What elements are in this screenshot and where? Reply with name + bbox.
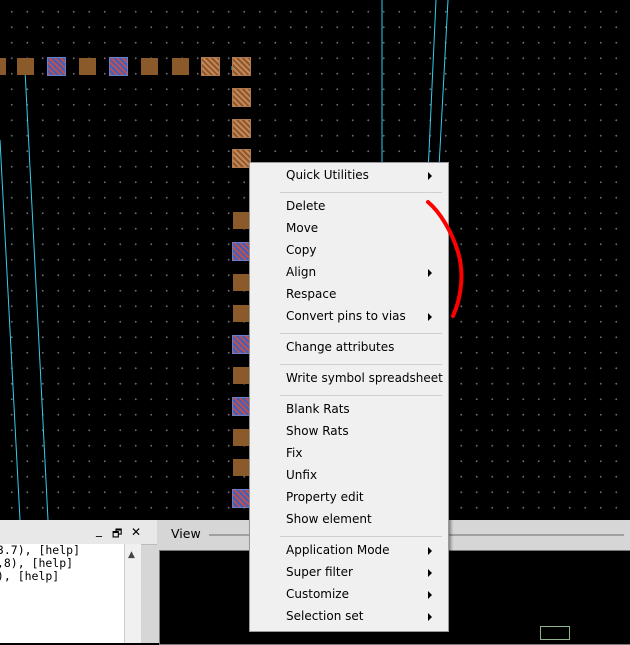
console-scrollbar[interactable]: ▲ <box>124 544 141 643</box>
submenu-arrow-icon <box>428 613 432 621</box>
menu-item-move[interactable]: Move <box>250 218 448 240</box>
context-menu: Quick Utilities Delete Move Copy Align R… <box>249 162 449 632</box>
minimap-viewport-rect[interactable] <box>540 626 570 640</box>
pcb-pad[interactable] <box>232 57 251 76</box>
menu-item-delete[interactable]: Delete <box>250 196 448 218</box>
submenu-arrow-icon <box>428 569 432 577</box>
menu-item-show-rats[interactable]: Show Rats <box>250 421 448 443</box>
pcb-pad[interactable] <box>232 149 251 168</box>
command-console-panel: _ 🗗 ✕ (3.7), [help] 0,8), [help] 9), [he… <box>0 520 157 643</box>
scroll-up-icon[interactable]: ▲ <box>128 550 135 560</box>
menu-item-customize[interactable]: Customize <box>250 584 448 606</box>
pcb-pad[interactable] <box>17 58 34 75</box>
console-line: 9), [help] <box>0 569 60 583</box>
restore-icon[interactable]: 🗗 <box>112 525 122 544</box>
pcb-pad[interactable] <box>233 459 250 476</box>
submenu-arrow-icon <box>428 172 432 180</box>
pcb-pad[interactable] <box>232 489 251 508</box>
close-icon[interactable]: ✕ <box>131 525 141 539</box>
pcb-pad[interactable] <box>232 119 251 138</box>
pcb-pad[interactable] <box>0 58 6 75</box>
pcb-pad[interactable] <box>47 57 66 76</box>
menu-item-blank-rats[interactable]: Blank Rats <box>250 399 448 421</box>
menu-item-super-filter[interactable]: Super filter <box>250 562 448 584</box>
pcb-pad[interactable] <box>201 57 220 76</box>
console-titlebar: _ 🗗 ✕ <box>0 520 157 545</box>
pcb-pad[interactable] <box>79 58 96 75</box>
menu-separator <box>280 333 442 334</box>
pcb-pad[interactable] <box>233 305 250 322</box>
submenu-arrow-icon <box>428 547 432 555</box>
trace-line <box>0 139 21 520</box>
menu-item-align[interactable]: Align <box>250 262 448 284</box>
minimize-icon[interactable]: _ <box>96 523 102 537</box>
menu-item-change-attributes[interactable]: Change attributes <box>250 337 448 359</box>
view-panel-title: View <box>171 526 201 541</box>
pcb-pad[interactable] <box>232 397 251 416</box>
menu-item-unfix[interactable]: Unfix <box>250 465 448 487</box>
menu-item-convert-pins-to-vias[interactable]: Convert pins to vias <box>250 306 448 328</box>
menu-item-respace[interactable]: Respace <box>250 284 448 306</box>
pcb-pad[interactable] <box>232 335 251 354</box>
pcb-pad[interactable] <box>232 242 251 261</box>
trace-line <box>24 69 49 520</box>
pcb-pad[interactable] <box>233 212 250 229</box>
menu-separator <box>280 536 442 537</box>
menu-separator <box>280 364 442 365</box>
pcb-pad[interactable] <box>232 88 251 107</box>
menu-separator <box>280 192 442 193</box>
pcb-pad[interactable] <box>109 57 128 76</box>
menu-item-fix[interactable]: Fix <box>250 443 448 465</box>
pcb-pad[interactable] <box>172 58 189 75</box>
submenu-arrow-icon <box>428 313 432 321</box>
menu-item-selection-set[interactable]: Selection set <box>250 606 448 628</box>
pcb-pad[interactable] <box>233 274 250 291</box>
pcb-pad[interactable] <box>233 429 250 446</box>
pcb-pad[interactable] <box>233 367 250 384</box>
submenu-arrow-icon <box>428 269 432 277</box>
console-output[interactable]: (3.7), [help] 0,8), [help] 9), [help] <box>0 544 124 643</box>
menu-separator <box>280 395 442 396</box>
pcb-pad[interactable] <box>141 58 158 75</box>
menu-item-show-element[interactable]: Show element <box>250 509 448 531</box>
menu-item-property-edit[interactable]: Property edit <box>250 487 448 509</box>
submenu-arrow-icon <box>428 591 432 599</box>
menu-item-copy[interactable]: Copy <box>250 240 448 262</box>
menu-item-write-symbol-spreadsheet[interactable]: Write symbol spreadsheet <box>250 368 448 390</box>
menu-item-application-mode[interactable]: Application Mode <box>250 540 448 562</box>
menu-item-quick-utilities[interactable]: Quick Utilities <box>250 165 448 187</box>
